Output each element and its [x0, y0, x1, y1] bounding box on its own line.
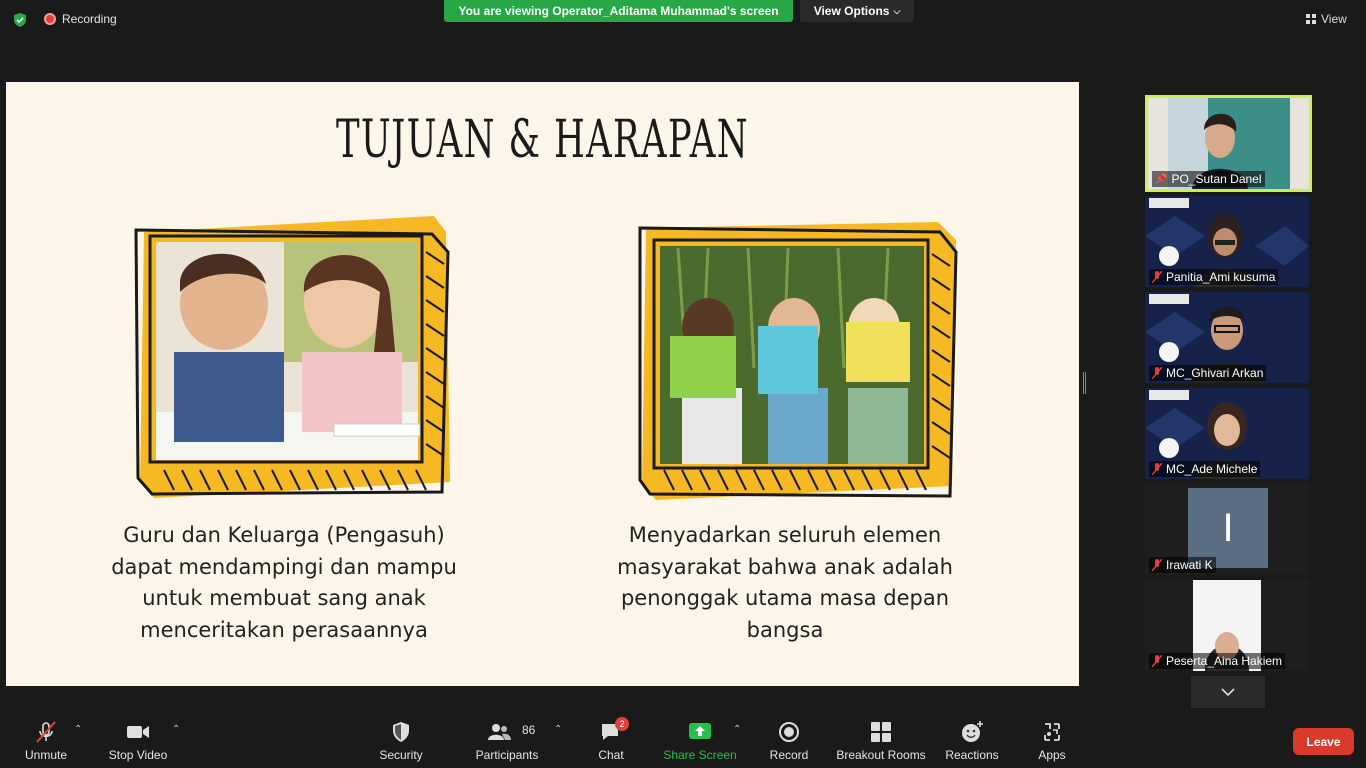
- mic-muted-icon: [1152, 367, 1162, 379]
- shield-icon: [393, 722, 409, 742]
- audio-options-caret[interactable]: ⌃: [74, 724, 82, 735]
- recording-indicator[interactable]: Recording: [44, 12, 117, 26]
- participant-name-tag: Peserta_Aina Hakiem: [1149, 653, 1286, 669]
- reactions-button[interactable]: Reactions: [944, 714, 1000, 768]
- viewing-screen-banner: You are viewing Operator_Aditama Muhamma…: [444, 0, 793, 22]
- slide-image-right: [638, 218, 964, 504]
- unmute-button[interactable]: Unmute: [18, 714, 74, 768]
- participant-tile-active-speaker[interactable]: 📌 PO_Sutan Danel: [1145, 95, 1312, 192]
- participants-options-caret[interactable]: ⌃: [554, 724, 562, 735]
- breakout-rooms-label: Breakout Rooms: [836, 748, 926, 762]
- participant-name: MC_Ghivari Arkan: [1166, 366, 1264, 380]
- caption-line: menceritakan perasaannya: [140, 617, 428, 642]
- avatar-initial: I: [1222, 505, 1234, 550]
- record-label: Record: [769, 748, 809, 762]
- reactions-label: Reactions: [945, 748, 999, 762]
- participants-label: Participants: [475, 748, 539, 762]
- participant-name: PO_Sutan Danel: [1171, 172, 1262, 186]
- mic-muted-icon: [36, 721, 56, 743]
- share-screen-icon: [689, 723, 711, 739]
- participant-name: MC_Ade Michele: [1166, 462, 1258, 476]
- view-options-button[interactable]: View Options ⌵: [800, 0, 914, 22]
- slide-caption-right: Menyadarkan seluruh elemen masyarakat ba…: [585, 520, 985, 646]
- participant-name-tag: Panitia_Ami kusuma: [1149, 269, 1279, 285]
- video-camera-icon: [127, 726, 149, 738]
- participants-count: 86: [522, 723, 536, 737]
- security-button[interactable]: Security: [376, 714, 426, 768]
- stop-video-button[interactable]: Stop Video: [106, 714, 170, 768]
- apps-button[interactable]: Apps: [1034, 714, 1070, 768]
- caption-line: Guru dan Keluarga (Pengasuh): [123, 523, 445, 547]
- participant-name-tag: 📌 PO_Sutan Danel: [1152, 171, 1265, 187]
- mic-muted-icon: [1152, 463, 1162, 475]
- caption-line: masyarakat bahwa anak adalah: [617, 554, 953, 579]
- participant-name: Peserta_Aina Hakiem: [1166, 654, 1283, 668]
- participant-tile[interactable]: Peserta_Aina Hakiem: [1145, 580, 1309, 671]
- chevron-down-icon: [1221, 688, 1235, 696]
- participant-name-tag: MC_Ghivari Arkan: [1149, 365, 1267, 381]
- apps-icon: [1044, 723, 1060, 741]
- participant-name-tag: Irawati K: [1149, 557, 1216, 573]
- chat-unread-badge: 2: [615, 717, 629, 731]
- participant-name-tag: MC_Ade Michele: [1149, 461, 1261, 477]
- record-icon: [779, 722, 799, 742]
- security-label: Security: [379, 748, 423, 762]
- view-options-label: View Options: [813, 4, 890, 18]
- share-screen-options-caret[interactable]: ⌃: [733, 724, 741, 735]
- participant-tile[interactable]: MC_Ade Michele: [1145, 388, 1309, 479]
- recording-dot-icon: [44, 13, 56, 25]
- meeting-toolbar: Unmute ⌃ Stop Video ⌃ Security 86 Partic…: [0, 714, 1366, 768]
- caption-line: penonggak utama masa depan: [620, 586, 950, 610]
- grid-view-icon: [1306, 14, 1316, 24]
- share-screen-label: Share Screen: [663, 748, 737, 762]
- share-screen-button[interactable]: Share Screen: [663, 714, 737, 768]
- record-button[interactable]: Record: [768, 714, 810, 768]
- shared-screen-slide: TUJUAN & HARAPAN Guru dan Keluarga (Peng…: [6, 82, 1079, 686]
- participant-tile[interactable]: MC_Ghivari Arkan: [1145, 292, 1309, 383]
- smiley-plus-icon: [962, 721, 983, 742]
- participant-tile[interactable]: I Irawati K: [1145, 484, 1309, 575]
- participant-name: Panitia_Ami kusuma: [1166, 270, 1276, 284]
- mic-muted-icon: [1152, 559, 1162, 571]
- slide-image-left: [134, 212, 454, 502]
- caption-line: dapat mendampingi dan mampu: [111, 554, 457, 579]
- slide-title: TUJUAN & HARAPAN: [335, 110, 750, 170]
- avatar: I: [1188, 488, 1268, 568]
- stop-video-label: Stop Video: [108, 748, 168, 762]
- participant-name: Irawati K: [1166, 558, 1213, 572]
- unmute-label: Unmute: [24, 748, 68, 762]
- slide-caption-left: Guru dan Keluarga (Pengasuh) dapat menda…: [84, 520, 484, 646]
- breakout-rooms-icon: [871, 722, 891, 742]
- caption-line: untuk membuat sang anak: [142, 586, 426, 610]
- view-label: View: [1321, 12, 1347, 26]
- leave-button[interactable]: Leave: [1293, 728, 1354, 755]
- video-options-caret[interactable]: ⌃: [172, 724, 180, 735]
- chat-label: Chat: [598, 748, 624, 762]
- chat-button[interactable]: 2 Chat: [594, 714, 629, 768]
- mic-muted-icon: [1152, 271, 1162, 283]
- caption-line: bangsa: [746, 617, 824, 642]
- apps-label: Apps: [1038, 748, 1066, 762]
- breakout-rooms-button[interactable]: Breakout Rooms: [836, 714, 926, 768]
- zoom-meeting-window: Recording You are viewing Operator_Adita…: [0, 0, 1366, 768]
- chevron-down-icon: ⌵: [893, 5, 901, 16]
- mic-muted-icon: [1152, 655, 1162, 667]
- view-button[interactable]: View: [1306, 8, 1358, 30]
- recording-label: Recording: [62, 12, 117, 26]
- participants-button[interactable]: 86 Participants: [474, 714, 540, 768]
- encryption-shield-icon[interactable]: [12, 12, 28, 28]
- panel-resize-handle[interactable]: [1083, 372, 1086, 394]
- participants-icon: [488, 724, 511, 740]
- caption-line: Menyadarkan seluruh elemen: [628, 523, 942, 547]
- gallery-scroll-down-button[interactable]: [1191, 676, 1265, 708]
- pin-icon: 📌: [1155, 173, 1168, 185]
- participant-tile[interactable]: Panitia_Ami kusuma: [1145, 196, 1309, 287]
